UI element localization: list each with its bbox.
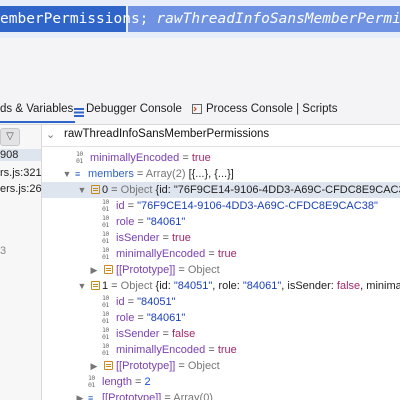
- tree-row-selected[interactable]: ▼ 0 = Object {id: "76F9CE14-9106-4DD3-A6…: [42, 182, 400, 198]
- tree-row[interactable]: ▶ ≡ [[Prototype]] = Array(0): [42, 390, 400, 400]
- expression-field[interactable]: ⌄ rawThreadInfoSansMemberPermissions: [42, 125, 400, 147]
- primitive-icon: 10 01: [88, 374, 95, 389]
- selected-code: emberPermissions;: [0, 11, 149, 27]
- frame-item[interactable]: 908: [0, 149, 41, 161]
- chevron-right-icon[interactable]: ▶: [89, 358, 99, 374]
- frame-item[interactable]: 3: [0, 245, 6, 257]
- chevron-right-icon[interactable]: ▶: [89, 262, 99, 278]
- list-icon: ≡: [88, 393, 94, 400]
- primitive-icon: 10 01: [102, 214, 109, 229]
- editor-gutter-gap: [0, 38, 400, 96]
- object-icon: [104, 361, 113, 370]
- console-icon: [192, 104, 202, 117]
- frames-panel: ▽ 908 rs.js:321 ers.js:26 3: [0, 125, 42, 400]
- tree-row[interactable]: 10 01 id = "76F9CE14-9106-4DD3-A69C-CFDC8…: [42, 198, 400, 214]
- tree-row[interactable]: ▶ [[Prototype]] = Object: [42, 358, 400, 374]
- active-tab-underline: [0, 121, 76, 123]
- primitive-icon: 10 01: [102, 294, 109, 309]
- primitive-icon: 10 01: [102, 198, 109, 213]
- chevron-down-icon[interactable]: ▼: [62, 166, 72, 182]
- frame-item[interactable]: ers.js:26: [0, 183, 42, 195]
- primitive-icon: 10 01: [102, 326, 109, 341]
- inline-value-hint: rawThreadInfoSansMemberPermissions:: [156, 11, 400, 27]
- primitive-icon: 10 01: [76, 150, 83, 165]
- filter-icon[interactable]: ▽: [0, 128, 20, 146]
- tree-row[interactable]: ▼ ≡ members = Array(2) [{...}, {...}]: [42, 166, 400, 182]
- debug-tab-bar: ds & Variables Debugger Console Process …: [0, 96, 400, 125]
- tree-row[interactable]: 10 01 minimallyEncoded = true: [42, 150, 400, 166]
- tab-threads-variables[interactable]: ds & Variables: [0, 103, 76, 123]
- chevron-right-icon[interactable]: ▶: [75, 390, 85, 400]
- tree-row[interactable]: 10 01 isSender = false: [42, 326, 400, 342]
- object-icon: [104, 265, 113, 274]
- tab-label: Process Console | Scripts: [206, 103, 338, 115]
- object-icon: [91, 281, 100, 290]
- tab-debugger-console[interactable]: Debugger Console: [86, 103, 182, 115]
- editor-code-line: emberPermissions; rawThreadInfoSansMember…: [0, 0, 400, 38]
- variables-icon: [74, 104, 84, 122]
- chevron-down-icon[interactable]: ▼: [77, 278, 87, 294]
- primitive-icon: 10 01: [102, 310, 109, 325]
- tree-row[interactable]: ▶ [[Prototype]] = Object: [42, 262, 400, 278]
- tree-row[interactable]: 10 01 length = 2: [42, 374, 400, 390]
- tree-row[interactable]: 10 01 role = "84061": [42, 310, 400, 326]
- primitive-icon: 10 01: [102, 246, 109, 261]
- tab-label: ds & Variables: [0, 103, 74, 115]
- tree-row[interactable]: 10 01 minimallyEncoded = true: [42, 246, 400, 262]
- tree-row[interactable]: ▼ 1 = Object {id: "84051", role: "84061"…: [42, 278, 400, 294]
- chevron-down-icon[interactable]: ⌄: [46, 128, 55, 141]
- chevron-down-icon[interactable]: ▼: [77, 182, 87, 198]
- frame-item[interactable]: rs.js:321: [0, 167, 42, 179]
- tree-row[interactable]: 10 01 isSender = true: [42, 230, 400, 246]
- tab-process-console[interactable]: Process Console | Scripts: [192, 103, 337, 117]
- tab-label: Debugger Console: [86, 103, 182, 115]
- variables-tree: 10 01 minimallyEncoded = true ▼ ≡ members…: [42, 146, 400, 400]
- tree-row[interactable]: 10 01 role = "84061": [42, 214, 400, 230]
- list-icon: ≡: [75, 169, 81, 179]
- expression-input[interactable]: rawThreadInfoSansMemberPermissions: [64, 128, 269, 140]
- tree-row[interactable]: 10 01 id = "84051": [42, 294, 400, 310]
- editor-text[interactable]: emberPermissions; rawThreadInfoSansMember…: [0, 8, 400, 30]
- primitive-icon: 10 01: [102, 342, 109, 357]
- tree-row[interactable]: 10 01 minimallyEncoded = true: [42, 342, 400, 358]
- primitive-icon: 10 01: [102, 230, 109, 245]
- object-icon: [91, 185, 100, 194]
